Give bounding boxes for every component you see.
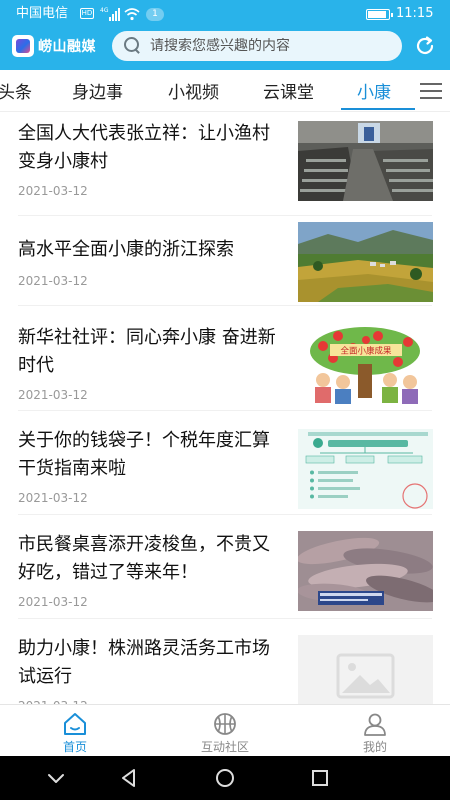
search-input[interactable] — [150, 38, 390, 54]
app-logo[interactable]: 崂山融媒 — [12, 35, 96, 57]
basketball-icon — [214, 713, 236, 735]
thumb-caption: 全面小康成果 — [340, 346, 392, 357]
tab-cloud-class[interactable]: 云课堂 — [263, 78, 314, 103]
user-icon — [364, 713, 386, 736]
news-title: 市民餐桌喜添开凌梭鱼，不贵又好吃，错过了等来年！ — [18, 534, 270, 583]
battery-fill — [368, 11, 386, 18]
home-icon — [64, 713, 86, 735]
news-item[interactable]: 新华社社评：同心奔小康 奋进新时代 2021-03-12 全面小康成果 — [0, 306, 450, 410]
fish-market-photo — [298, 531, 433, 611]
tab-xiaokang[interactable]: 小康 — [357, 78, 391, 103]
tab-local[interactable]: 身边事 — [72, 78, 123, 103]
fishing-village-photo — [298, 121, 433, 201]
system-navigation-bar — [0, 756, 450, 800]
carrier-label: 中国电信 — [16, 6, 69, 21]
app-name: 崂山融媒 — [38, 39, 96, 55]
news-date: 2021-03-12 — [18, 274, 88, 288]
news-date: 2021-03-12 — [18, 491, 88, 505]
news-item[interactable]: 助力小康！株洲路灵活务工市场试运行 2021-03-12 — [0, 619, 450, 704]
nav-community-label: 互动社区 — [200, 740, 249, 754]
clock: 11:15 — [396, 6, 434, 21]
top-header: 中国电信 HD 4G 1 11:15 崂山融媒 — [0, 0, 450, 70]
nav-profile-label: 我的 — [362, 740, 387, 754]
news-item[interactable]: 关于你的钱袋子！个税年度汇算干货指南来啦 2021-03-12 — [0, 411, 450, 514]
hd-badge: HD — [80, 8, 94, 19]
apple-tree-illustration: 全面小康成果 — [298, 326, 433, 406]
search-icon — [124, 37, 142, 55]
nav-home[interactable]: 首页 — [25, 705, 125, 757]
network-label: 4G — [100, 7, 109, 14]
chevron-down-icon[interactable] — [45, 767, 67, 789]
nav-home-label: 首页 — [62, 740, 87, 754]
logo-mark-icon — [12, 35, 34, 57]
news-title: 助力小康！株洲路灵活务工市场试运行 — [18, 638, 270, 687]
news-title: 高水平全面小康的浙江探索 — [18, 239, 234, 260]
nav-profile[interactable]: 我的 — [325, 705, 425, 757]
news-item[interactable]: 高水平全面小康的浙江探索 2021-03-12 — [0, 216, 450, 305]
battery-icon — [366, 9, 393, 20]
tax-guide-chart — [298, 429, 433, 509]
news-item[interactable]: 全国人大代表张立祥：让小渔村变身小康村 2021-03-12 — [0, 112, 450, 215]
notification-badge: 1 — [146, 8, 164, 21]
news-list: 全国人大代表张立祥：让小渔村变身小康村 2021-03-12 高水平全面小康的浙… — [0, 112, 450, 704]
news-title: 新华社社评：同心奔小康 奋进新时代 — [18, 327, 276, 376]
menu-icon[interactable] — [420, 83, 442, 99]
news-date: 2021-03-12 — [18, 595, 88, 609]
active-tab-indicator — [341, 108, 415, 110]
search-bar[interactable] — [112, 31, 402, 61]
bottom-navigation: 首页 互动社区 我的 — [0, 704, 450, 756]
status-bar: 中国电信 HD 4G 1 11:15 — [0, 0, 450, 28]
news-date: 2021-03-12 — [18, 184, 88, 198]
wifi-icon — [124, 8, 140, 21]
news-item[interactable]: 市民餐桌喜添开凌梭鱼，不贵又好吃，错过了等来年！ 2021-03-12 — [0, 515, 450, 618]
news-title: 全国人大代表张立祥：让小渔村变身小康村 — [18, 123, 270, 172]
tab-short-video[interactable]: 小视频 — [168, 78, 219, 103]
image-placeholder-icon — [298, 635, 433, 704]
nav-community[interactable]: 互动社区 — [175, 705, 275, 757]
signal-icon: 4G — [100, 7, 120, 21]
news-date: 2021-03-12 — [18, 388, 88, 402]
recent-apps-icon[interactable] — [309, 767, 331, 789]
news-title: 关于你的钱袋子！个税年度汇算干货指南来啦 — [18, 430, 270, 479]
back-icon[interactable] — [118, 767, 140, 789]
app-screen: 中国电信 HD 4G 1 11:15 崂山融媒 请搜索您感兴趣的内容 头条 身边… — [0, 0, 450, 800]
tab-headlines[interactable]: 头条 — [0, 78, 32, 103]
category-tabs: 头条 身边事 小视频 云课堂 小康 — [0, 70, 450, 112]
countryside-photo — [298, 222, 433, 302]
home-circle-icon[interactable] — [214, 767, 236, 789]
refresh-icon[interactable] — [414, 35, 436, 57]
